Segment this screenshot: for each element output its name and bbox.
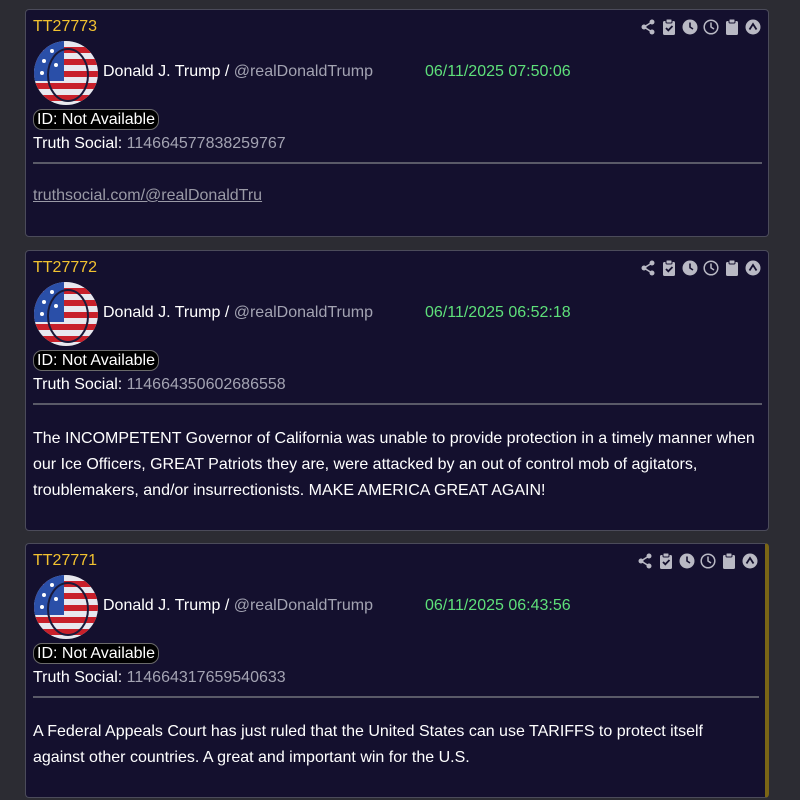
divider — [33, 403, 762, 405]
truth-social-number: 114664350602686558 — [126, 376, 286, 393]
author-display-name: Donald J. Trump / — [103, 304, 230, 321]
clipboard-icon[interactable] — [723, 18, 741, 36]
post-link[interactable]: truthsocial.com/@realDonaldTru — [33, 187, 262, 205]
truth-social-id: Truth Social: 114664317659540633 — [33, 669, 286, 687]
id-badge: ID: Not Available — [33, 109, 159, 130]
clock-outline-icon[interactable] — [702, 259, 720, 277]
post-tt-id: TT27771 — [33, 552, 98, 569]
post-card: TT27771 Donald J. Trump / @realDonaldTru… — [25, 543, 769, 798]
truth-social-number: 114664577838259767 — [126, 135, 286, 152]
truth-social-number: 114664317659540633 — [126, 669, 286, 686]
divider — [33, 696, 759, 698]
clock-outline-icon[interactable] — [702, 18, 720, 36]
author-display-name: Donald J. Trump / — [103, 597, 230, 614]
clipboard-icon[interactable] — [720, 552, 738, 570]
post-toolbar — [639, 259, 762, 277]
author-handle[interactable]: @realDonaldTrump — [234, 597, 373, 614]
truth-social-label: Truth Social: — [33, 135, 123, 152]
author-name: Donald J. Trump / @realDonaldTrump — [103, 304, 373, 322]
clipboard-check-icon[interactable] — [657, 552, 675, 570]
avatar — [34, 41, 98, 105]
author-handle[interactable]: @realDonaldTrump — [234, 63, 373, 80]
clipboard-check-icon[interactable] — [660, 18, 678, 36]
clipboard-icon[interactable] — [723, 259, 741, 277]
author-display-name: Donald J. Trump / — [103, 63, 230, 80]
truth-social-label: Truth Social: — [33, 376, 123, 393]
post-tt-id: TT27773 — [33, 18, 98, 35]
post-toolbar — [639, 18, 762, 36]
share-icon[interactable] — [636, 552, 654, 570]
truth-social-id: Truth Social: 114664350602686558 — [33, 376, 286, 394]
post-card: TT27772 Donald J. Trump / @realDonaldTru… — [25, 250, 769, 531]
divider — [33, 162, 762, 164]
post-toolbar — [636, 552, 759, 570]
post-datetime: 06/11/2025 06:52:18 — [425, 304, 571, 321]
author-name: Donald J. Trump / @realDonaldTrump — [103, 63, 373, 81]
post-text: The INCOMPETENT Governor of California w… — [33, 430, 755, 499]
clock-filled-icon[interactable] — [678, 552, 696, 570]
author-name: Donald J. Trump / @realDonaldTrump — [103, 597, 373, 615]
collapse-up-icon[interactable] — [744, 18, 762, 36]
author-handle[interactable]: @realDonaldTrump — [234, 304, 373, 321]
post-card: TT27773 Donald J. Trump / @realDonaldTru… — [25, 9, 769, 237]
collapse-up-icon[interactable] — [744, 259, 762, 277]
clock-outline-icon[interactable] — [699, 552, 717, 570]
share-icon[interactable] — [639, 18, 657, 36]
share-icon[interactable] — [639, 259, 657, 277]
post-datetime: 06/11/2025 06:43:56 — [425, 597, 571, 614]
truth-social-id: Truth Social: 114664577838259767 — [33, 135, 286, 153]
avatar — [34, 575, 98, 639]
clock-filled-icon[interactable] — [681, 18, 699, 36]
post-tt-id: TT27772 — [33, 259, 98, 276]
post-datetime: 06/11/2025 07:50:06 — [425, 63, 571, 80]
truth-social-label: Truth Social: — [33, 669, 123, 686]
avatar — [34, 282, 98, 346]
post-text: A Federal Appeals Court has just ruled t… — [33, 723, 703, 766]
clipboard-check-icon[interactable] — [660, 259, 678, 277]
id-badge: ID: Not Available — [33, 643, 159, 664]
clock-filled-icon[interactable] — [681, 259, 699, 277]
id-badge: ID: Not Available — [33, 350, 159, 371]
collapse-up-icon[interactable] — [741, 552, 759, 570]
